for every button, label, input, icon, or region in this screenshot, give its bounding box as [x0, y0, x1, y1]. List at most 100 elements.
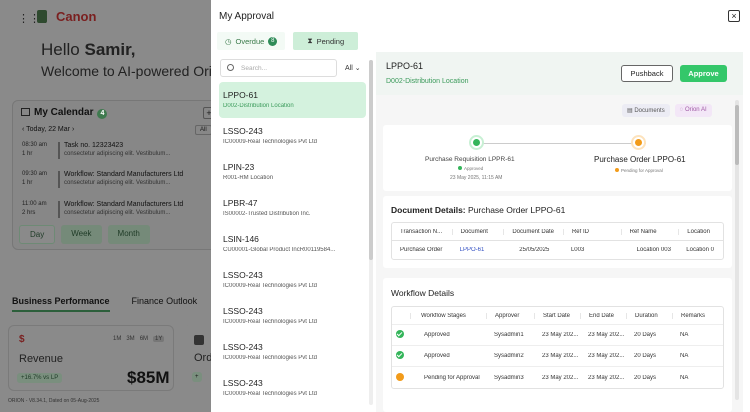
- tab-finance-outlook[interactable]: Finance Outlook: [132, 296, 198, 312]
- modal-title: My Approval: [219, 11, 275, 22]
- orders-icon: [194, 335, 204, 345]
- period-3m[interactable]: 3M: [126, 336, 134, 342]
- date-navigator[interactable]: ‹ Today, 22 Mar ›: [22, 126, 74, 133]
- table-row: Approved Sysadmin2 23 May 202... 23 May …: [392, 346, 723, 367]
- flow-step-date: 23 May 2025, 11:15 AM: [450, 175, 503, 181]
- list-item[interactable]: LPPO-61 D002-Distribution Location: [219, 82, 366, 118]
- list-item[interactable]: LSSO-243 IC00009-Real Technologies Pvt Lt…: [219, 370, 366, 406]
- check-icon: [396, 351, 404, 359]
- list-item[interactable]: LPIN-23 R001-RM Location: [219, 154, 366, 190]
- tab-business-performance[interactable]: Business Performance: [12, 296, 110, 312]
- document-table: Transaction N... Document Document Date …: [391, 222, 724, 260]
- approval-modal: My Approval × ◷ Overdue 8 ⧗ Pending Search.…: [211, 0, 750, 412]
- pushback-button[interactable]: Pushback: [621, 65, 673, 82]
- view-month-button[interactable]: Month: [107, 225, 150, 244]
- chevron-down-icon: ⌄: [354, 65, 361, 72]
- document-icon: ▤: [627, 108, 633, 114]
- detail-location: D002-Distribution Location: [386, 78, 469, 85]
- approval-tabs: ◷ Overdue 8 ⧗ Pending: [217, 32, 359, 50]
- column-header: Document Date: [503, 228, 563, 235]
- column-header: Start Date: [534, 312, 580, 319]
- welcome-text: Welcome to AI-powered Ori: [41, 63, 212, 79]
- list-item[interactable]: LPBR-47 IS00002-Trusted Distribution Inc.: [219, 190, 366, 226]
- detail-panel: LPPO-61 D002-Distribution Location Pushb…: [376, 52, 743, 412]
- list-scrollbar[interactable]: [369, 60, 373, 405]
- overdue-count-badge: 8: [268, 36, 278, 46]
- orion-ai-chip[interactable]: ◌ Orion AI: [674, 104, 712, 117]
- column-header: End Date: [580, 312, 626, 319]
- list-item[interactable]: LSSO-243 IC00009-Real Technologies Pvt Lt…: [219, 334, 366, 370]
- document-details-title: Document Details: Purchase Order LPPO-61: [391, 205, 566, 215]
- column-header: Duration: [626, 312, 672, 319]
- calendar-icon: [21, 108, 30, 116]
- period-1m[interactable]: 1M: [113, 336, 121, 342]
- check-icon: [396, 330, 404, 338]
- column-header: Remarks: [672, 312, 722, 319]
- approval-list: LPPO-61 D002-Distribution Location LSSO-2…: [219, 82, 366, 407]
- list-item[interactable]: LSSO-243 IC00009-Real Technologies Pvt Lt…: [219, 118, 366, 154]
- orders-change: +: [192, 372, 202, 382]
- column-header: Transaction N...: [400, 228, 443, 235]
- calendar-count-badge: 4: [97, 109, 108, 119]
- period-6m[interactable]: 6M: [140, 336, 148, 342]
- greeting: Hello Samir,: [41, 40, 136, 59]
- ai-icon: ◌: [679, 107, 684, 113]
- revenue-change: +16.7% vs LP: [17, 373, 63, 383]
- dollar-icon: $: [19, 334, 25, 345]
- column-header: Document: [451, 228, 504, 235]
- table-row: Pending for Approval Sysadmin3 23 May 20…: [392, 367, 723, 388]
- close-icon[interactable]: ×: [728, 10, 740, 22]
- detail-id: LPPO-61: [386, 61, 424, 71]
- flow-step-label: Purchase Order LPPO-61: [594, 155, 686, 164]
- column-header: Location: [678, 228, 723, 235]
- flow-step-pending-icon: [631, 135, 646, 150]
- orders-label: Ord: [194, 352, 213, 364]
- calendar-card: My Calendar 4 + ‹ Today, 22 Mar › All 08:…: [12, 100, 224, 250]
- document-details-card: Document Details: Purchase Order LPPO-61…: [383, 196, 732, 268]
- version-footer: ORION - V8.34.1, Dated on 05-Aug-2025: [8, 398, 100, 404]
- tab-overdue[interactable]: ◷ Overdue 8: [217, 32, 286, 50]
- detail-scrollbar[interactable]: [735, 100, 739, 400]
- table-row: Approved Sysadmin1 23 May 202... 23 May …: [392, 325, 723, 346]
- workflow-details-title: Workflow Details: [391, 288, 455, 298]
- user-name: Samir,: [84, 40, 136, 59]
- search-input[interactable]: Search...: [220, 59, 337, 77]
- list-item[interactable]: LSIN-146 CU00001-Global Product IncR00119…: [219, 226, 366, 262]
- table-row: Purchase Order LPPO-61 25/05/2025 L003 L…: [400, 247, 714, 253]
- workflow-table: Workflow Stages Approver Start Date End …: [391, 306, 724, 389]
- tab-pending[interactable]: ⧗ Pending: [293, 32, 359, 50]
- period-1y[interactable]: 1Y: [153, 336, 165, 342]
- documents-chip[interactable]: ▤ Documents: [622, 104, 670, 117]
- approve-button[interactable]: Approve: [680, 65, 727, 82]
- approval-flow: Purchase Requisition LPPR-61 Approved 23…: [383, 125, 732, 191]
- revenue-card: $ 1M 3M 6M 1Y Revenue +16.7% vs LP $85M: [8, 325, 174, 391]
- pending-icon: [396, 372, 404, 381]
- flow-step-approved-icon: [469, 135, 484, 150]
- calendar-title: My Calendar: [34, 107, 94, 118]
- search-icon: [227, 64, 234, 71]
- flow-step-label: Purchase Requisition LPPR-61: [425, 156, 515, 163]
- flow-connector: [483, 143, 646, 144]
- column-header: Approver: [486, 312, 534, 319]
- view-week-button[interactable]: Week: [61, 225, 102, 244]
- brand-logo-icon: [37, 10, 47, 23]
- list-item[interactable]: LSSO-243 IC00009-Real Technologies Pvt Lt…: [219, 298, 366, 334]
- document-link[interactable]: LPPO-61: [452, 247, 504, 253]
- view-day-button[interactable]: Day: [19, 225, 56, 244]
- clock-icon: ◷: [225, 36, 232, 46]
- revenue-amount: $85M: [127, 368, 170, 387]
- hourglass-icon: ⧗: [307, 36, 313, 45]
- column-header: Ref ID: [562, 228, 621, 235]
- flow-step-status: Approved: [458, 166, 483, 171]
- list-filter-dropdown[interactable]: All ⌄: [345, 64, 361, 72]
- detail-header: LPPO-61 D002-Distribution Location Pushb…: [376, 52, 743, 95]
- calendar-filter[interactable]: All: [195, 125, 212, 135]
- flow-step-status: Pending for Approval: [615, 168, 663, 173]
- column-header: Ref Name: [620, 228, 679, 235]
- orders-card: Ord +: [184, 325, 214, 391]
- list-item[interactable]: LSSO-243 IC00009-Real Technologies Pvt Lt…: [219, 262, 366, 298]
- column-header: Workflow Stages: [410, 312, 486, 319]
- revenue-label: Revenue: [19, 353, 64, 365]
- performance-tabs: Business Performance Finance Outlook: [12, 296, 197, 312]
- brand-name: Canon: [56, 9, 97, 24]
